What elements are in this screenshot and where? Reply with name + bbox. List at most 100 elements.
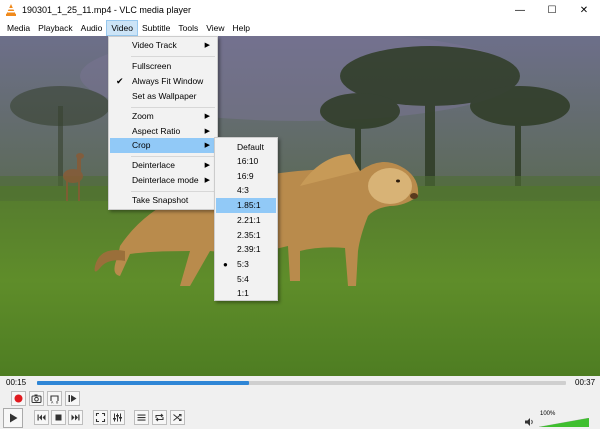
menu-item-label: Fullscreen: [132, 61, 172, 71]
menu-item-label: Deinterlace: [132, 160, 175, 170]
vlc-cone-icon: [4, 3, 18, 17]
menu-item-video-track[interactable]: Video Track ▶: [110, 38, 216, 53]
speaker-icon[interactable]: [524, 417, 535, 427]
submenu-arrow-icon: ▶: [204, 42, 210, 49]
menu-help[interactable]: Help: [228, 20, 253, 36]
seek-progress: [37, 381, 249, 385]
close-button[interactable]: ✕: [568, 0, 600, 20]
menu-playback[interactable]: Playback: [34, 20, 77, 36]
submenu-arrow-icon: ▶: [204, 162, 210, 169]
menu-item-fullscreen[interactable]: Fullscreen: [110, 59, 216, 74]
submenu-arrow-icon: ▶: [204, 113, 210, 120]
menu-subtitle[interactable]: Subtitle: [138, 20, 174, 36]
loop-icon: [155, 413, 164, 422]
menu-tools[interactable]: Tools: [174, 20, 202, 36]
menu-item-label: 1.85:1: [237, 200, 261, 210]
svg-text:B: B: [56, 401, 59, 405]
camera-icon: [31, 394, 42, 403]
control-bar: AB 100%: [0, 390, 600, 429]
frame-by-frame-button[interactable]: [65, 391, 80, 406]
next-button[interactable]: [68, 410, 83, 425]
menu-video[interactable]: Video: [106, 20, 138, 36]
record-button[interactable]: [11, 391, 26, 406]
title-bar: 190301_1_25_11.mp4 - VLC media player — …: [0, 0, 600, 20]
menu-item-label: 16:10: [237, 156, 259, 166]
menu-item-crop[interactable]: Crop ▶: [110, 138, 216, 153]
svg-text:A: A: [51, 401, 54, 405]
menu-separator: [131, 56, 215, 57]
menu-item-label: 5:4: [237, 274, 249, 284]
crop-option-1-85-1[interactable]: 1.85:1: [216, 198, 276, 213]
snapshot-button[interactable]: [29, 391, 44, 406]
loop-ab-button[interactable]: AB: [47, 391, 62, 406]
video-menu: Video Track ▶ Fullscreen ✔ Always Fit Wi…: [108, 36, 218, 210]
frame-step-icon: [68, 395, 77, 402]
elapsed-time: 00:15: [6, 378, 27, 387]
crop-option-5-3[interactable]: ● 5:3: [216, 257, 276, 272]
seek-area: 00:15 00:37: [0, 376, 600, 390]
crop-option-2-35-1[interactable]: 2.35:1: [216, 228, 276, 243]
playlist-icon: [137, 414, 146, 421]
crop-option-1-1[interactable]: 1:1: [216, 286, 276, 301]
menu-item-deinterlace-mode[interactable]: Deinterlace mode ▶: [110, 173, 216, 188]
menu-item-label: Always Fit Window: [132, 76, 204, 86]
menu-item-label: Set as Wallpaper: [132, 91, 197, 101]
minimize-button[interactable]: —: [504, 0, 536, 20]
menu-item-always-fit-window[interactable]: ✔ Always Fit Window: [110, 74, 216, 89]
seek-slider[interactable]: [37, 381, 566, 385]
video-display[interactable]: [0, 36, 600, 376]
menu-item-label: 1:1: [237, 288, 249, 298]
crop-option-default[interactable]: Default: [216, 140, 276, 155]
volume-percent: 100%: [540, 411, 556, 417]
total-time: 00:37: [575, 378, 596, 387]
shuffle-icon: [173, 414, 182, 421]
playlist-button[interactable]: [134, 410, 149, 425]
menu-item-set-as-wallpaper[interactable]: Set as Wallpaper: [110, 89, 216, 104]
menu-item-take-snapshot[interactable]: Take Snapshot: [110, 193, 216, 208]
submenu-arrow-icon: ▶: [204, 177, 210, 184]
crop-submenu: Default 16:10 16:9 4:3 1.85:1 2.21:1 2.3…: [214, 137, 278, 301]
menu-item-label: Zoom: [132, 111, 154, 121]
video-frame: [0, 36, 600, 376]
radio-dot-icon: ●: [223, 260, 228, 269]
menu-item-label: Crop: [132, 140, 151, 150]
loop-button[interactable]: [152, 410, 167, 425]
fullscreen-icon: [95, 412, 106, 423]
fullscreen-button[interactable]: [93, 410, 108, 425]
menu-item-label: 2.39:1: [237, 244, 261, 254]
menu-item-label: Default: [237, 142, 264, 152]
menu-item-label: Deinterlace mode: [132, 175, 199, 185]
menu-separator: [131, 191, 215, 192]
menu-item-aspect-ratio[interactable]: Aspect Ratio ▶: [110, 124, 216, 139]
menu-audio[interactable]: Audio: [77, 20, 107, 36]
crop-option-5-4[interactable]: 5:4: [216, 272, 276, 287]
menu-item-deinterlace[interactable]: Deinterlace ▶: [110, 158, 216, 173]
menu-item-label: Take Snapshot: [132, 195, 189, 205]
play-icon: [10, 413, 18, 423]
shuffle-button[interactable]: [170, 410, 185, 425]
crop-option-2-39-1[interactable]: 2.39:1: [216, 242, 276, 257]
menu-view[interactable]: View: [202, 20, 228, 36]
crop-option-2-21-1[interactable]: 2.21:1: [216, 213, 276, 228]
previous-button[interactable]: [34, 410, 49, 425]
menu-separator: [131, 107, 215, 108]
skip-forward-icon: [71, 414, 80, 421]
menu-item-label: 2.35:1: [237, 230, 261, 240]
menu-item-label: 2.21:1: [237, 215, 261, 225]
crop-option-16-9[interactable]: 16:9: [216, 169, 276, 184]
menu-media[interactable]: Media: [3, 20, 34, 36]
equalizer-icon: [113, 413, 122, 422]
stop-icon: [55, 414, 62, 421]
menu-item-label: Video Track: [132, 40, 177, 50]
crop-option-16-10[interactable]: 16:10: [216, 154, 276, 169]
crop-option-4-3[interactable]: 4:3: [216, 183, 276, 198]
stop-button[interactable]: [51, 410, 66, 425]
menu-separator: [131, 156, 215, 157]
extended-settings-button[interactable]: [110, 410, 125, 425]
maximize-button[interactable]: ☐: [536, 0, 568, 20]
checkmark-icon: ✔: [116, 76, 124, 86]
menu-item-zoom[interactable]: Zoom ▶: [110, 109, 216, 124]
play-button[interactable]: [3, 408, 23, 428]
volume-slider[interactable]: [539, 418, 589, 427]
submenu-arrow-icon: ▶: [204, 128, 210, 135]
